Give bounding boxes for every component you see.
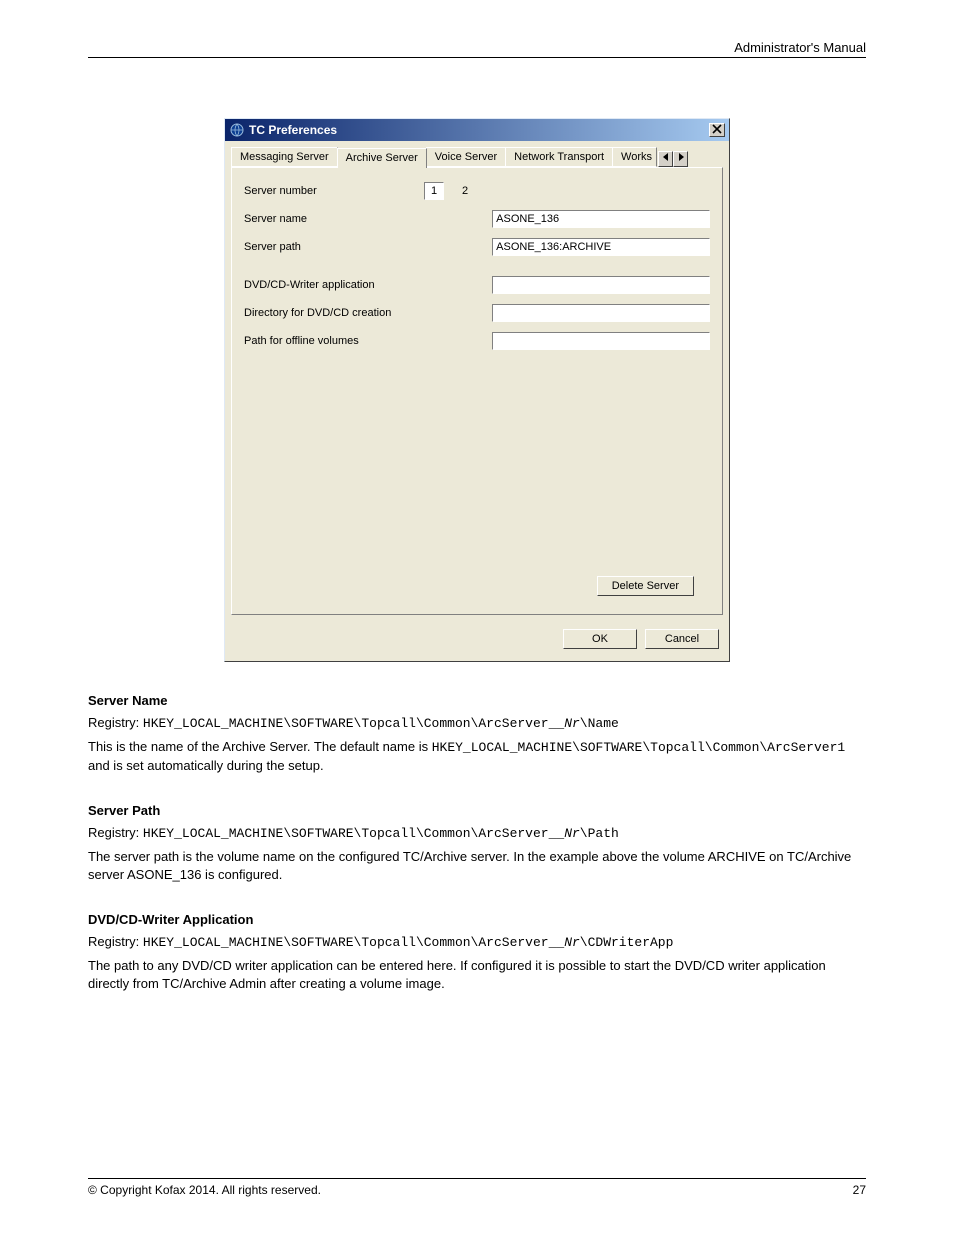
tab-scroll-right[interactable]: [673, 151, 688, 167]
footer-page: 27: [853, 1183, 866, 1197]
row-offline-path: Path for offline volumes: [244, 332, 710, 350]
label-server-name: Server name: [244, 213, 422, 225]
app-icon: [229, 122, 245, 138]
label-offline-path: Path for offline volumes: [244, 335, 422, 347]
heading-dvd-app: DVD/CD-Writer Application: [88, 911, 866, 929]
input-dvd-app[interactable]: [492, 276, 710, 294]
row-server-number: Server number 1 2: [244, 182, 710, 200]
row-dvd-dir: Directory for DVD/CD creation: [244, 304, 710, 322]
label-server-number: Server number: [244, 185, 424, 197]
label-server-path: Server path: [244, 241, 422, 253]
reg-var: Nr: [564, 826, 580, 841]
reg-var: Nr: [564, 716, 580, 731]
dialog-title: TC Preferences: [249, 123, 709, 137]
section-server-name: Server Name Registry: HKEY_LOCAL_MACHINE…: [88, 692, 866, 774]
input-dvd-dir[interactable]: [492, 304, 710, 322]
page-footer: © Copyright Kofax 2014. All rights reser…: [88, 1178, 866, 1197]
desc-server-name: This is the name of the Archive Server. …: [88, 738, 866, 774]
reg-path-app: HKEY_LOCAL_MACHINE\SOFTWARE\Topcall\Comm…: [143, 935, 564, 950]
reg-path-name: HKEY_LOCAL_MACHINE\SOFTWARE\Topcall\Comm…: [143, 716, 564, 731]
reg-tail: \Name: [580, 716, 619, 731]
desc-server-path: The server path is the volume name on th…: [88, 848, 866, 883]
tab-voice-server[interactable]: Voice Server: [426, 147, 506, 167]
label-dvd-dir: Directory for DVD/CD creation: [244, 307, 422, 319]
reg-tail: \Path: [580, 826, 619, 841]
row-server-name: Server name ASONE_136: [244, 210, 710, 228]
reg-label: Registry:: [88, 934, 143, 949]
tab-messaging-server[interactable]: Messaging Server: [231, 147, 338, 167]
server-number-2[interactable]: 2: [458, 185, 472, 197]
dialog-buttons: OK Cancel: [225, 621, 729, 661]
page-header: TC/Archive Administrator's Manual: [88, 40, 866, 58]
input-server-path[interactable]: ASONE_136:ARCHIVE: [492, 238, 710, 256]
heading-server-name: Server Name: [88, 692, 866, 710]
section-server-path: Server Path Registry: HKEY_LOCAL_MACHINE…: [88, 802, 866, 883]
cancel-button[interactable]: Cancel: [645, 629, 719, 649]
reg-label: Registry:: [88, 715, 143, 730]
reg-var: Nr: [564, 935, 580, 950]
input-server-name[interactable]: ASONE_136: [492, 210, 710, 228]
tab-network-transport[interactable]: Network Transport: [505, 147, 613, 167]
tab-scroll: [658, 151, 688, 167]
tab-scroll-left[interactable]: [658, 151, 673, 167]
row-server-path: Server path ASONE_136:ARCHIVE: [244, 238, 710, 256]
label-dvd-app: DVD/CD-Writer application: [244, 279, 422, 291]
tab-panel: Server number 1 2 Server name ASONE_136 …: [231, 167, 723, 615]
desc-dvd-app: The path to any DVD/CD writer applicatio…: [88, 957, 866, 992]
reg-path-path: HKEY_LOCAL_MACHINE\SOFTWARE\Topcall\Comm…: [143, 826, 564, 841]
heading-server-path: Server Path: [88, 802, 866, 820]
delete-server-button[interactable]: Delete Server: [597, 576, 694, 596]
footer-copyright: © Copyright Kofax 2014. All rights reser…: [88, 1183, 321, 1197]
section-dvd-app: DVD/CD-Writer Application Registry: HKEY…: [88, 911, 866, 992]
tab-works[interactable]: Works: [612, 147, 657, 167]
server-number-1[interactable]: 1: [424, 182, 444, 200]
ok-button[interactable]: OK: [563, 629, 637, 649]
preferences-dialog: TC Preferences Messaging Server Archive …: [224, 118, 730, 662]
reg-tail: \CDWriterApp: [580, 935, 674, 950]
header-right: Administrator's Manual: [734, 40, 866, 55]
tabstrip: Messaging Server Archive Server Voice Se…: [225, 141, 729, 167]
row-dvd-app: DVD/CD-Writer application: [244, 276, 710, 294]
input-offline-path[interactable]: [492, 332, 710, 350]
reg-label: Registry:: [88, 825, 143, 840]
close-button[interactable]: [709, 123, 725, 137]
tab-archive-server[interactable]: Archive Server: [337, 148, 427, 168]
titlebar: TC Preferences: [225, 119, 729, 141]
